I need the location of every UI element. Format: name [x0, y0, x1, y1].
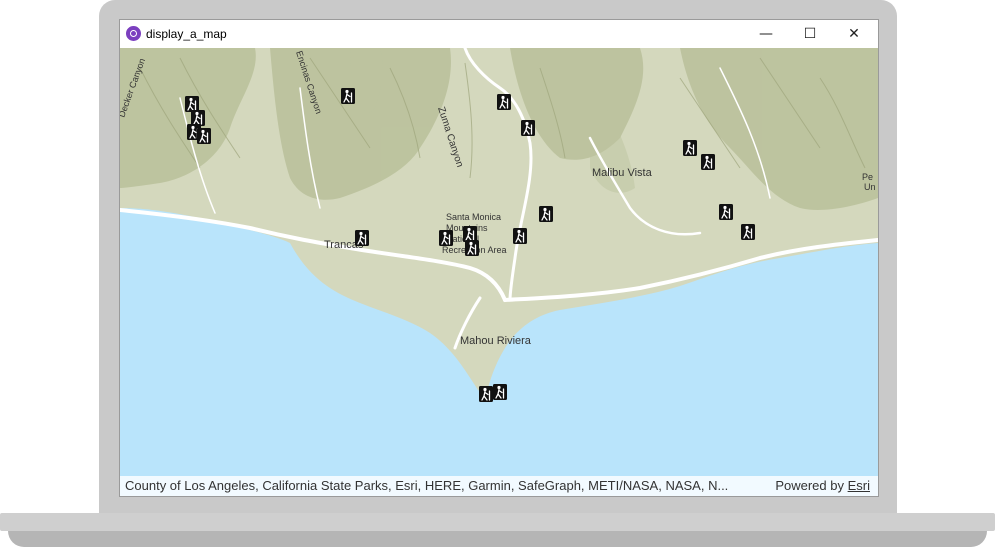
laptop-base-top [0, 513, 995, 531]
place-label-mahou-riviera: Mahou Riviera [460, 335, 532, 347]
powered-by: Powered by Esri [775, 476, 870, 496]
esri-link[interactable]: Esri [848, 478, 870, 493]
hiker-icon[interactable] [740, 223, 756, 241]
window-title: display_a_map [146, 27, 227, 41]
hiker-icon[interactable] [462, 225, 478, 243]
powered-by-label: Powered by [775, 478, 844, 493]
map-view[interactable]: Malibu Vista Trancas Mahou Riviera Santa… [120, 46, 878, 496]
hiker-icon[interactable] [538, 205, 554, 223]
hiker-icon[interactable] [700, 153, 716, 171]
laptop-base-bottom [8, 531, 987, 547]
hiker-icon[interactable] [464, 239, 480, 257]
hiker-icon[interactable] [196, 127, 212, 145]
hiker-icon[interactable] [478, 385, 494, 403]
app-icon [126, 26, 141, 41]
place-label-malibu-vista: Malibu Vista [592, 167, 653, 179]
place-label-santa-monica: Santa Monica [446, 212, 501, 222]
hiker-icon[interactable] [496, 93, 512, 111]
hiker-icon[interactable] [190, 109, 206, 127]
maximize-button[interactable]: ☐ [788, 20, 832, 48]
minimize-button[interactable]: — [744, 20, 788, 48]
edge-label-pe: Pe [862, 172, 873, 182]
attribution-text: County of Los Angeles, California State … [125, 478, 729, 493]
hiker-icon[interactable] [718, 203, 734, 221]
hiker-icon[interactable] [354, 229, 370, 247]
hiker-icon[interactable] [682, 139, 698, 157]
title-bar[interactable]: display_a_map — ☐ ✕ [120, 20, 878, 48]
attribution-bar: County of Los Angeles, California State … [120, 476, 878, 496]
edge-label-un: Un [864, 182, 876, 192]
hiker-icon[interactable] [492, 383, 508, 401]
hiker-icon[interactable] [438, 229, 454, 247]
laptop-base [0, 513, 995, 547]
hiker-icon[interactable] [184, 95, 200, 113]
map-canvas[interactable]: Malibu Vista Trancas Mahou Riviera Santa… [120, 46, 878, 496]
hiker-icon[interactable] [512, 227, 528, 245]
app-window: display_a_map — ☐ ✕ Malibu Vista Trancas… [119, 19, 879, 497]
close-button[interactable]: ✕ [832, 20, 876, 48]
hiker-icon[interactable] [520, 119, 536, 137]
hiker-icon[interactable] [340, 87, 356, 105]
